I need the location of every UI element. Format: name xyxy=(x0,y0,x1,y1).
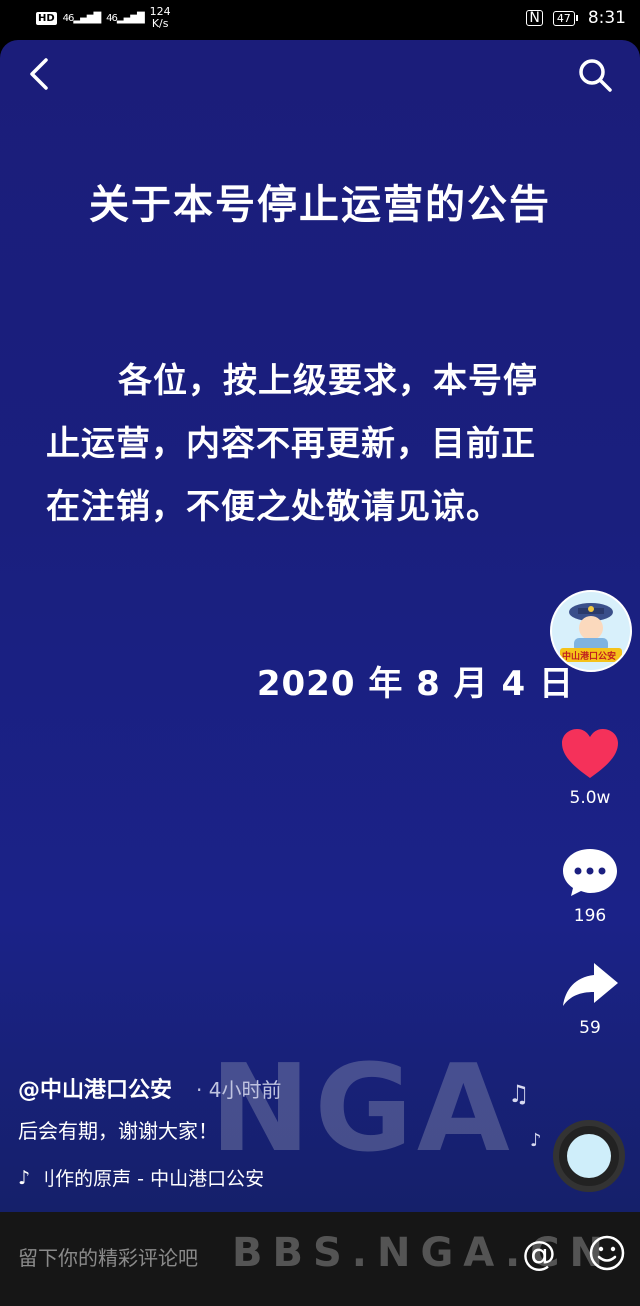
music-title: 刂作的原声 - 中山港口公安 xyxy=(36,1168,265,1190)
nfc-icon: N xyxy=(526,10,543,26)
author-name[interactable]: @中山港口公安 xyxy=(18,1072,172,1104)
signal-icon-1: 46▂▄▆█ xyxy=(62,12,101,24)
notice-body: 各位，按上级要求，本号停止运营，内容不再更新，目前正在注销，不便之处敬请见谅。 xyxy=(46,361,538,527)
hd-badge: HD xyxy=(36,11,57,25)
share-button[interactable]: 59 xyxy=(558,960,622,1038)
status-right: N 47 8:31 xyxy=(526,8,626,28)
network-speed: 124 K/s xyxy=(149,5,171,30)
emoji-icon[interactable] xyxy=(588,1234,626,1272)
heart-icon xyxy=(562,729,618,778)
floating-note-icon: ♫ xyxy=(508,1080,530,1108)
disc-avatar xyxy=(567,1134,611,1178)
floating-note-icon: ♪ xyxy=(530,1130,542,1151)
post-caption: 后会有期，谢谢大家！ xyxy=(18,1119,218,1143)
status-left: HD 46▂▄▆█ 46▂▄▆█ 124 K/s xyxy=(36,6,171,30)
comment-bar: 留下你的精彩评论吧 BBS.NGA.CN @ xyxy=(0,1212,640,1306)
search-icon[interactable] xyxy=(576,56,614,94)
status-bar: HD 46▂▄▆█ 46▂▄▆█ 124 K/s N 47 8:31 xyxy=(0,0,640,40)
signal-icon-2: 46▂▄▆█ xyxy=(106,12,144,24)
comment-button[interactable]: 196 xyxy=(558,846,622,926)
avatar-badge-text: 中山港口公安 xyxy=(562,652,617,662)
clock: 8:31 xyxy=(587,8,626,28)
post-time: · 4小时前 xyxy=(196,1078,282,1102)
nga-watermark: NGA xyxy=(210,1040,514,1179)
share-icon xyxy=(563,963,618,1006)
comment-input[interactable]: 留下你的精彩评论吧 xyxy=(18,1242,198,1271)
mention-button[interactable]: @ xyxy=(522,1234,556,1274)
author-avatar[interactable]: 中山港口公安 xyxy=(550,590,632,672)
music-note-icon: ♪ xyxy=(18,1166,31,1189)
like-button[interactable]: 5.0w xyxy=(558,728,622,808)
comment-icon xyxy=(563,849,617,896)
comment-count: 196 xyxy=(573,906,607,926)
video-player[interactable]: 关于本号停止运营的公告 各位，按上级要求，本号停止运营，内容不再更新，目前正在注… xyxy=(0,40,640,1212)
notice-title: 关于本号停止运营的公告 xyxy=(89,182,551,228)
music-disc[interactable] xyxy=(553,1120,625,1192)
share-count: 59 xyxy=(579,1018,601,1038)
notice-date: 2020 年 8 月 4 日 xyxy=(256,664,574,704)
back-icon[interactable] xyxy=(24,54,58,94)
music-info[interactable]: ♪ 刂作的原声 - 中山港口公安 xyxy=(18,1164,264,1191)
like-count: 5.0w xyxy=(569,788,611,808)
battery-icon: 47 xyxy=(552,10,578,26)
